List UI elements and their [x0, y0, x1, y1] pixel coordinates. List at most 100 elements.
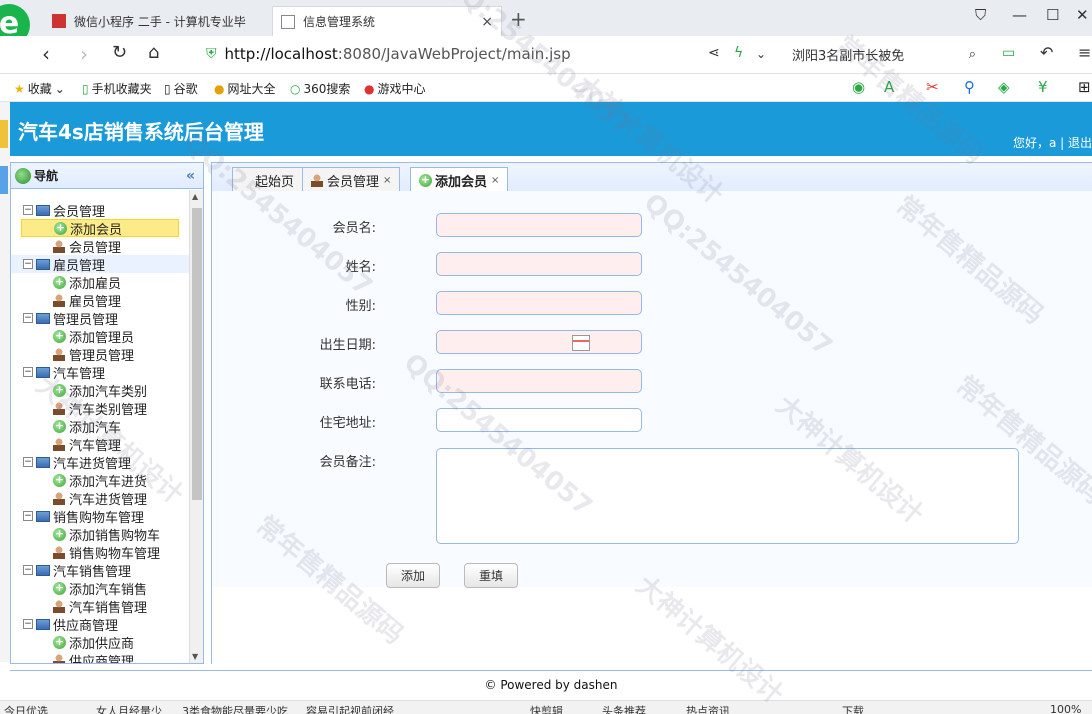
collapse-toggle-icon[interactable]: − [23, 259, 33, 269]
calendar-icon[interactable] [572, 335, 590, 351]
browser-tab-1[interactable]: 微信小程序 二手 - 计算机专业毕 [44, 6, 270, 36]
browser-tab-title: 信息管理系统 [303, 15, 376, 29]
tree-item[interactable]: + 添加销售购物车 [11, 525, 160, 544]
status-item[interactable]: 今日优选 [4, 703, 48, 714]
status-item[interactable]: 容易引起视前闭经 [306, 703, 394, 714]
tree-item[interactable]: + 添加汽车 [11, 417, 121, 436]
bookmark-360search[interactable]: ○ 360搜索 [290, 80, 350, 97]
lightning-icon[interactable]: ϟ [734, 45, 743, 61]
field-input[interactable] [436, 408, 642, 432]
tree-group[interactable]: − 销售购物车管理 [11, 507, 189, 526]
share-icon[interactable]: ⋖ [708, 45, 720, 61]
tree-item[interactable]: 汽车销售管理 [11, 597, 147, 616]
search-box[interactable]: 浏阳3名副市长被免 ⌕ [784, 41, 984, 67]
tree-item[interactable]: + 添加雇员 [11, 273, 121, 292]
status-item[interactable]: 3类食物能尽量要少吃 [182, 703, 288, 714]
tree-item[interactable]: + 添加汽车类别 [11, 381, 147, 400]
collapse-toggle-icon[interactable]: − [23, 619, 33, 629]
status-item[interactable]: 下载 [842, 703, 864, 714]
user-greeting[interactable]: 您好，a | 退出 [1013, 134, 1092, 151]
scroll-down-icon[interactable]: ▼ [192, 652, 198, 661]
field-input[interactable] [436, 369, 642, 393]
remark-textarea[interactable] [436, 448, 1019, 544]
tree-item[interactable]: + 添加会员 [21, 219, 179, 238]
translate-icon[interactable]: A [884, 78, 894, 96]
forward-icon[interactable]: › [80, 42, 88, 66]
content-tab[interactable]: + 添加会员 × [410, 167, 509, 193]
content-tab[interactable]: 起始页 [232, 167, 308, 192]
tree-item[interactable]: 雇员管理 [11, 291, 121, 310]
home-icon[interactable]: ⌂ [148, 42, 159, 63]
scissors-icon[interactable]: ✂ [926, 78, 939, 96]
money-icon[interactable]: ¥ [1038, 78, 1048, 96]
back-icon[interactable]: ‹ [42, 42, 50, 66]
gamepad-icon[interactable]: ◈ [998, 78, 1010, 96]
tree-item[interactable]: + 添加汽车进货 [11, 471, 147, 490]
new-tab-button[interactable]: + [510, 7, 527, 31]
bookmark-favorites[interactable]: ★ 收藏 ⌄ [14, 80, 65, 97]
tree-item[interactable]: 会员管理 [11, 237, 121, 256]
close-tab-icon[interactable]: × [481, 14, 493, 30]
content-tab[interactable]: 会员管理 × [302, 167, 401, 192]
minimize-icon[interactable]: — [1012, 6, 1027, 24]
collapse-toggle-icon[interactable]: − [23, 457, 33, 467]
nav-scrollbar[interactable]: ▲ ▼ [189, 190, 203, 663]
tree-item[interactable]: 销售购物车管理 [11, 543, 160, 562]
close-window-icon[interactable]: ✕ [1076, 6, 1089, 24]
magnifier-icon[interactable]: ⚲ [964, 78, 975, 96]
chevron-down-icon[interactable]: ⌄ [756, 47, 766, 61]
collapse-icon[interactable]: « [186, 168, 195, 184]
tree-group[interactable]: − 管理员管理 [11, 309, 189, 328]
field-input[interactable] [436, 330, 642, 354]
collapse-toggle-icon[interactable]: − [23, 313, 33, 323]
bookmark-mobile[interactable]: ▯ 手机收藏夹 [82, 80, 152, 97]
bookmark-sites[interactable]: ● 网址大全 [214, 80, 276, 97]
tree-group[interactable]: − 供应商管理 [11, 615, 189, 634]
field-input[interactable] [436, 213, 642, 237]
reset-button[interactable]: 重填 [464, 563, 519, 588]
tree-item[interactable]: 汽车类别管理 [11, 399, 147, 418]
tree-item[interactable]: + 添加汽车销售 [11, 579, 147, 598]
field-input[interactable] [436, 291, 642, 315]
tree-item[interactable]: 汽车进货管理 [11, 489, 147, 508]
tree-item[interactable]: + 添加供应商 [11, 633, 134, 652]
menu-icon[interactable]: ≡ [1078, 43, 1091, 62]
tree-item[interactable]: 汽车管理 [11, 435, 121, 454]
undo-icon[interactable]: ↶ [1040, 43, 1053, 62]
tree-group[interactable]: − 雇员管理 [11, 255, 189, 274]
address-bar[interactable]: ⛨ http://localhost:8080/JavaWebProject/m… [206, 41, 774, 67]
collapse-toggle-icon[interactable]: − [23, 205, 33, 215]
maximize-icon[interactable]: ☐ [1046, 6, 1059, 24]
shirt-skin-icon[interactable]: ⛉ [975, 6, 986, 24]
chat-icon[interactable]: ◉ [852, 78, 865, 96]
tree-item[interactable]: + 添加管理员 [11, 327, 134, 346]
field-input[interactable] [436, 252, 642, 276]
status-item[interactable]: 快剪辑 [530, 703, 563, 714]
tree-group[interactable]: − 汽车进货管理 [11, 453, 189, 472]
status-item[interactable]: 100% [1050, 703, 1081, 714]
close-tab-icon[interactable]: × [383, 175, 391, 186]
close-tab-icon[interactable]: × [491, 175, 499, 186]
apps-icon[interactable]: ⊞ [1078, 78, 1091, 96]
collapse-toggle-icon[interactable]: − [23, 565, 33, 575]
collapse-toggle-icon[interactable]: − [23, 511, 33, 521]
status-item[interactable]: 热点资讯 [686, 703, 730, 714]
browser-tab-2[interactable]: 信息管理系统 × [272, 6, 502, 36]
search-icon[interactable]: ⌕ [969, 47, 976, 62]
bookmark-google[interactable]: ▯ 谷歌 [164, 80, 198, 97]
bookmark-games[interactable]: ● 游戏中心 [364, 80, 426, 97]
computer-icon [36, 618, 50, 630]
tree-group[interactable]: − 汽车管理 [11, 363, 189, 382]
tree-group[interactable]: − 汽车销售管理 [11, 561, 189, 580]
tree-item[interactable]: 管理员管理 [11, 345, 134, 364]
status-item[interactable]: 女人月经量少 [96, 703, 162, 714]
reload-icon[interactable]: ↻ [112, 42, 127, 63]
tree-item[interactable]: 供应商管理 [11, 651, 134, 663]
tree-group[interactable]: − 会员管理 [11, 201, 189, 220]
collapse-toggle-icon[interactable]: − [23, 367, 33, 377]
status-item[interactable]: 头条推荐 [602, 703, 646, 714]
scroll-up-icon[interactable]: ▲ [192, 192, 198, 201]
submit-button[interactable]: 添加 [386, 563, 441, 588]
scroll-thumb[interactable] [192, 208, 202, 500]
battery-icon[interactable]: ▭ [1002, 45, 1015, 61]
